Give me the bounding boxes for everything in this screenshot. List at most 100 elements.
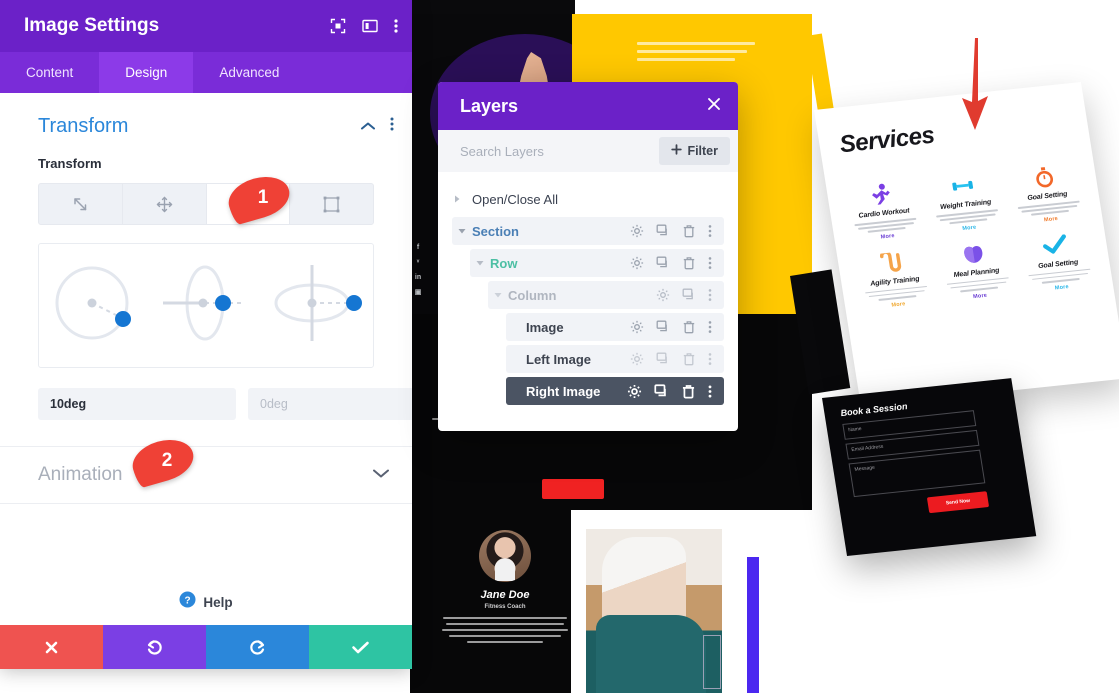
trash-icon[interactable] [681, 384, 696, 399]
caret-down-icon[interactable] [488, 290, 508, 300]
transform-scale-button[interactable] [39, 184, 123, 224]
gear-icon[interactable] [630, 224, 644, 238]
caret-down-icon[interactable] [452, 226, 472, 236]
kebab-menu-icon[interactable] [394, 18, 398, 34]
question-circle-icon: ? [179, 591, 196, 613]
layer-actions [630, 352, 724, 366]
redo-button[interactable] [206, 625, 309, 669]
save-button[interactable] [309, 625, 412, 669]
layer-actions [627, 383, 724, 399]
instagram-icon: ▣ [414, 289, 422, 296]
toggle-all-layers[interactable]: Open/Close All [438, 186, 738, 213]
caret-down-icon[interactable] [470, 258, 490, 268]
trash-icon[interactable] [682, 352, 696, 366]
duplicate-icon[interactable] [656, 224, 670, 238]
rotate-y-control[interactable] [159, 253, 253, 358]
preview-service-item: Meal Planning More [933, 237, 1020, 303]
layer-label: Left Image [526, 351, 592, 367]
tab-content[interactable]: Content [0, 52, 99, 93]
close-icon[interactable] [706, 96, 722, 116]
layer-actions [630, 320, 724, 334]
kebab-menu-icon[interactable] [708, 352, 712, 366]
image-settings-panel: Image Settings Content Design Advanced T… [0, 0, 412, 669]
checkmark-icon [352, 641, 369, 653]
layer-actions [630, 224, 724, 238]
layer-label: Image [526, 319, 564, 335]
plus-icon [671, 144, 683, 158]
trash-icon[interactable] [682, 256, 696, 270]
gear-icon[interactable] [656, 288, 670, 302]
chevron-down-icon[interactable] [372, 466, 390, 484]
dumbbell-icon [922, 169, 1004, 203]
tab-advanced[interactable]: Advanced [193, 52, 305, 93]
redo-arrow-icon [250, 639, 265, 655]
settings-tabs: Content Design Advanced [0, 52, 412, 93]
kebab-menu-icon[interactable] [708, 288, 712, 302]
settings-panel-header: Image Settings [0, 0, 412, 52]
rotate-y-input[interactable] [248, 388, 412, 420]
layer-row-column[interactable]: Column [488, 281, 724, 309]
layer-label: Column [508, 287, 557, 303]
layers-modal-header: Layers [438, 82, 738, 130]
layer-actions [656, 288, 724, 302]
transform-translate-button[interactable] [123, 184, 207, 224]
rotate-x-control[interactable] [270, 253, 364, 358]
facebook-icon: f [416, 244, 420, 251]
kebab-menu-icon[interactable] [708, 256, 712, 270]
stopwatch-icon [1003, 160, 1085, 194]
rotate-value-inputs [38, 388, 412, 420]
preview-service-item: Cardio Workout More [840, 177, 927, 243]
transform-skew-button[interactable] [290, 184, 373, 224]
page-title: Image Settings [24, 15, 160, 36]
layer-row-left-image[interactable]: Left Image [506, 345, 724, 373]
chevron-up-icon[interactable] [360, 118, 376, 136]
layer-row-row[interactable]: Row [470, 249, 724, 277]
transform-sub-label: Transform [38, 156, 102, 171]
tab-design[interactable]: Design [99, 52, 194, 93]
transform-section-title: Transform [38, 115, 129, 137]
filter-label: Filter [687, 144, 718, 158]
layer-label: Right Image [526, 383, 601, 399]
kebab-menu-icon[interactable] [708, 224, 712, 238]
trash-icon[interactable] [682, 320, 696, 334]
kebab-menu-icon[interactable] [390, 116, 394, 137]
duplicate-icon[interactable] [656, 352, 670, 366]
preview-social-icons: f ᵛ in ▣ [410, 244, 426, 296]
layer-label: Section [472, 223, 519, 239]
gear-icon[interactable] [630, 256, 644, 270]
layer-row-image[interactable]: Image [506, 313, 724, 341]
help-label: Help [203, 594, 233, 610]
kebab-menu-icon[interactable] [708, 384, 712, 399]
duplicate-icon[interactable] [656, 256, 670, 270]
duplicate-icon[interactable] [682, 288, 696, 302]
gear-icon[interactable] [630, 320, 644, 334]
search-input[interactable] [460, 143, 660, 159]
preview-service-item: Weight Training More [922, 169, 1009, 235]
layers-modal: Layers Filter Open/Close All Section [438, 82, 738, 431]
rotate-z-control[interactable] [48, 253, 142, 358]
help-row[interactable]: ? Help [0, 579, 412, 625]
preview-booking-title: Book a Session [839, 401, 909, 419]
kebab-menu-icon[interactable] [708, 320, 712, 334]
rotate-z-input[interactable] [38, 388, 236, 420]
animation-section-header[interactable]: Animation [0, 446, 412, 504]
cancel-button[interactable] [0, 625, 103, 669]
gear-icon[interactable] [627, 384, 642, 399]
filter-button[interactable]: Filter [659, 137, 730, 165]
undo-arrow-icon [147, 639, 162, 655]
focus-target-icon[interactable] [330, 18, 346, 34]
preview-booking-card: Book a Session Name Email Address Messag… [822, 378, 1037, 557]
preview-service-item: Agility Training More [851, 245, 938, 311]
undo-button[interactable] [103, 625, 206, 669]
gear-icon[interactable] [630, 352, 644, 366]
duplicate-icon[interactable] [654, 383, 669, 399]
red-down-arrow-icon [958, 36, 992, 137]
preview-services-grid: Cardio Workout More Weight Training More… [840, 160, 1101, 311]
panel-layout-icon[interactable] [362, 18, 378, 34]
apple-icon [933, 237, 1015, 271]
rotate-axis-preview [38, 243, 374, 368]
layer-row-section[interactable]: Section [452, 217, 724, 245]
layer-row-right-image[interactable]: Right Image [506, 377, 724, 405]
duplicate-icon[interactable] [656, 320, 670, 334]
trash-icon[interactable] [682, 224, 696, 238]
